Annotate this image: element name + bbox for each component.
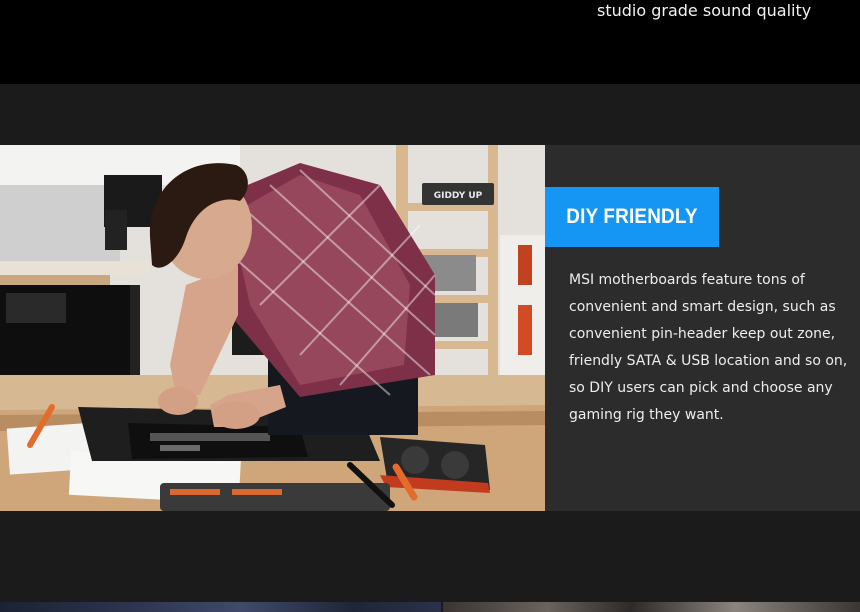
preview-image-left [0,602,441,612]
next-section-preview [0,602,860,612]
section-spacer-bottom [0,511,860,602]
shelf-sign-text: GIDDY UP [434,191,483,201]
section-caption: studio grade sound quality [597,1,812,20]
feature-description: MSI motherboards feature tons of conveni… [569,272,848,423]
preview-image-right [443,602,860,612]
top-section: studio grade sound quality [0,0,860,84]
feature-photo: GIDDY UP [0,145,545,511]
feature-diy-friendly: GIDDY UP DIY FRIENDLY MSI motherboards f… [0,145,860,511]
man-building-pc-photo: GIDDY UP [0,145,545,511]
feature-text-panel: DIY FRIENDLY MSI motherboards feature to… [545,145,860,511]
section-spacer [0,84,860,145]
feature-title-badge: DIY FRIENDLY [545,187,719,247]
feature-title: DIY FRIENDLY [566,205,698,228]
